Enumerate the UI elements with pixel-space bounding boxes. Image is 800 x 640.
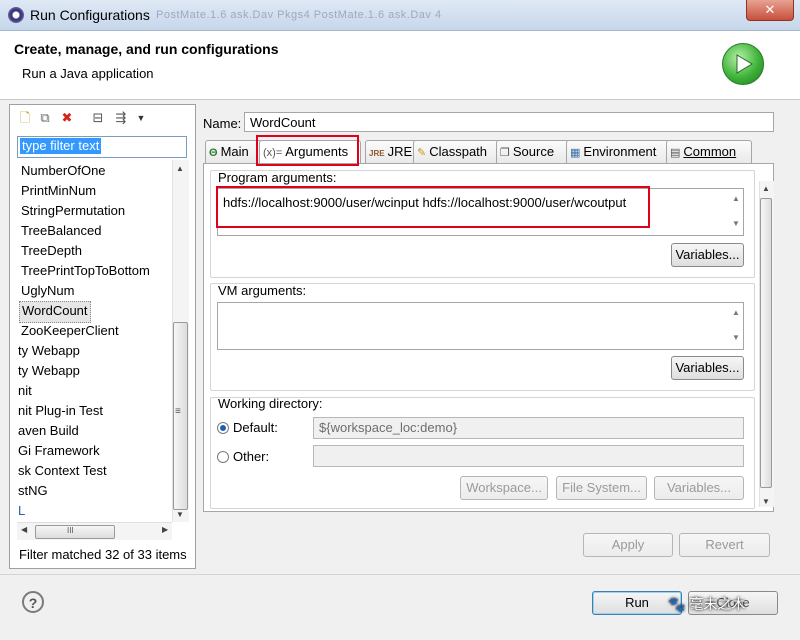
name-label: Name: [203,116,242,131]
new-config-icon[interactable]: 🗋 [16,109,34,127]
tree-item[interactable]: StringPermutation [21,201,125,221]
tree-horizontal-scroll-thumb[interactable] [35,525,115,539]
tree-item[interactable]: Gi Framework [18,441,100,461]
other-directory-field[interactable] [313,445,744,467]
tab-label: Source [512,144,555,159]
window-title: Run Configurations [30,7,150,23]
tree-item[interactable]: TreeDepth [21,241,82,261]
tree-item[interactable]: TreeBalanced [21,221,101,241]
source-tab-icon: ❐ [500,147,510,159]
help-icon[interactable]: ? [22,591,44,613]
tab-environment[interactable]: ▦ Environment [566,140,670,163]
environment-tab-icon: ▦ [570,147,581,159]
tab-label: Environment [583,144,657,159]
footer-divider [0,574,800,575]
tree-item[interactable]: PrintMinNum [21,181,96,201]
working-directory-label: Working directory: [218,396,323,411]
tab-label: Classpath [429,144,488,159]
classpath-tab-icon: ✎ [417,147,427,159]
scroll-grip-icon: III [67,526,74,535]
tab-jre[interactable]: JRE JRE [365,140,417,163]
vm-arguments-textarea[interactable]: ▲ ▼ [217,302,744,350]
delete-icon[interactable]: ✖ [58,109,76,127]
watermark: 🐾 毫末之木 [668,596,746,612]
tree-item[interactable]: UglyNum [21,281,74,301]
tree-item[interactable]: L [18,501,25,521]
tree-item[interactable]: TreePrintTopToBottom [21,261,150,281]
header-subtitle: Run a Java application [22,66,154,81]
scroll-up-arrow-icon[interactable]: ▲ [176,164,184,173]
filter-input-text: type filter text [20,138,102,154]
header-title: Create, manage, and run configurations [14,41,279,57]
tab-label: Main [220,144,249,159]
tree-item[interactable]: ty Webapp [18,341,80,361]
main-tab-icon: Θ [209,147,218,159]
dialog-header: Create, manage, and run configurations R… [0,31,800,100]
background-window-tabs: PostMate.1.6 ask.Dav Pkgs4 PostMate.1.6 … [156,9,442,21]
apply-button[interactable]: Apply [583,533,673,557]
tree-item[interactable]: nit Plug-in Test [18,401,103,421]
tree-item[interactable]: nit [18,381,32,401]
tab-source[interactable]: ❐ Source [496,140,570,163]
tree-item[interactable]: aven Build [18,421,79,441]
workspace-button[interactable]: Workspace... [460,476,548,500]
scroll-right-arrow-icon[interactable]: ▶ [162,525,168,534]
scroll-up-arrow-icon[interactable]: ▲ [762,184,770,193]
tree-item[interactable]: ZooKeeperClient [21,321,119,341]
tab-common[interactable]: ▤ Common [666,140,752,163]
common-tab-icon: ▤ [670,147,681,159]
default-directory-field: ${workspace_loc:demo} [313,417,744,439]
scroll-down-arrow-icon[interactable]: ▼ [762,497,770,506]
chevron-down-icon[interactable]: ▼ [132,109,150,127]
textarea-scrollbar[interactable]: ▲ ▼ [729,189,743,235]
panel-vertical-scroll-thumb[interactable] [760,198,772,488]
program-variables-button[interactable]: Variables... [671,243,744,267]
directory-variables-button[interactable]: Variables... [654,476,744,500]
vm-variables-button[interactable]: Variables... [671,356,744,380]
tree-item-selected[interactable]: WordCount [19,301,91,323]
tab-label: JRE [387,144,413,159]
eclipse-app-icon [8,7,24,23]
scroll-down-arrow-icon[interactable]: ▼ [176,510,184,519]
window-close-button[interactable]: ✕ [746,0,794,21]
tree-item[interactable]: sk Context Test [18,461,107,481]
tab-main[interactable]: Θ Main [205,140,263,163]
filter-icon[interactable]: ⇶ [112,109,130,127]
default-label: Default: [233,420,278,435]
scroll-left-arrow-icon[interactable]: ◀ [21,525,27,534]
program-arguments-highlight [216,186,650,228]
other-radio[interactable] [217,451,229,463]
tree-item[interactable]: NumberOfOne [21,161,106,181]
file-system-button[interactable]: File System... [556,476,647,500]
other-label: Other: [233,449,270,464]
collapse-all-icon[interactable]: ⊟ [89,109,107,127]
textarea-scrollbar[interactable]: ▲ ▼ [729,303,743,349]
arguments-tab-highlight [256,135,359,166]
filter-status: Filter matched 32 of 33 items [19,547,187,562]
tab-classpath[interactable]: ✎ Classpath [413,140,501,163]
program-arguments-label: Program arguments: [218,170,337,185]
default-radio[interactable] [217,422,229,434]
jre-tab-icon: JRE [369,149,385,158]
vm-arguments-label: VM arguments: [218,283,307,298]
tree-item[interactable]: stNG [18,481,48,501]
duplicate-icon[interactable]: ⧉ [36,109,54,127]
run-icon [722,43,764,85]
tab-label: Common [683,144,737,159]
scroll-grip-icon: ≡ [175,406,181,417]
tree-item[interactable]: ty Webapp [18,361,80,381]
revert-button[interactable]: Revert [679,533,770,557]
configuration-tree: NumberOfOne PrintMinNum StringPermutatio… [17,160,172,522]
name-input[interactable]: WordCount [244,112,774,132]
